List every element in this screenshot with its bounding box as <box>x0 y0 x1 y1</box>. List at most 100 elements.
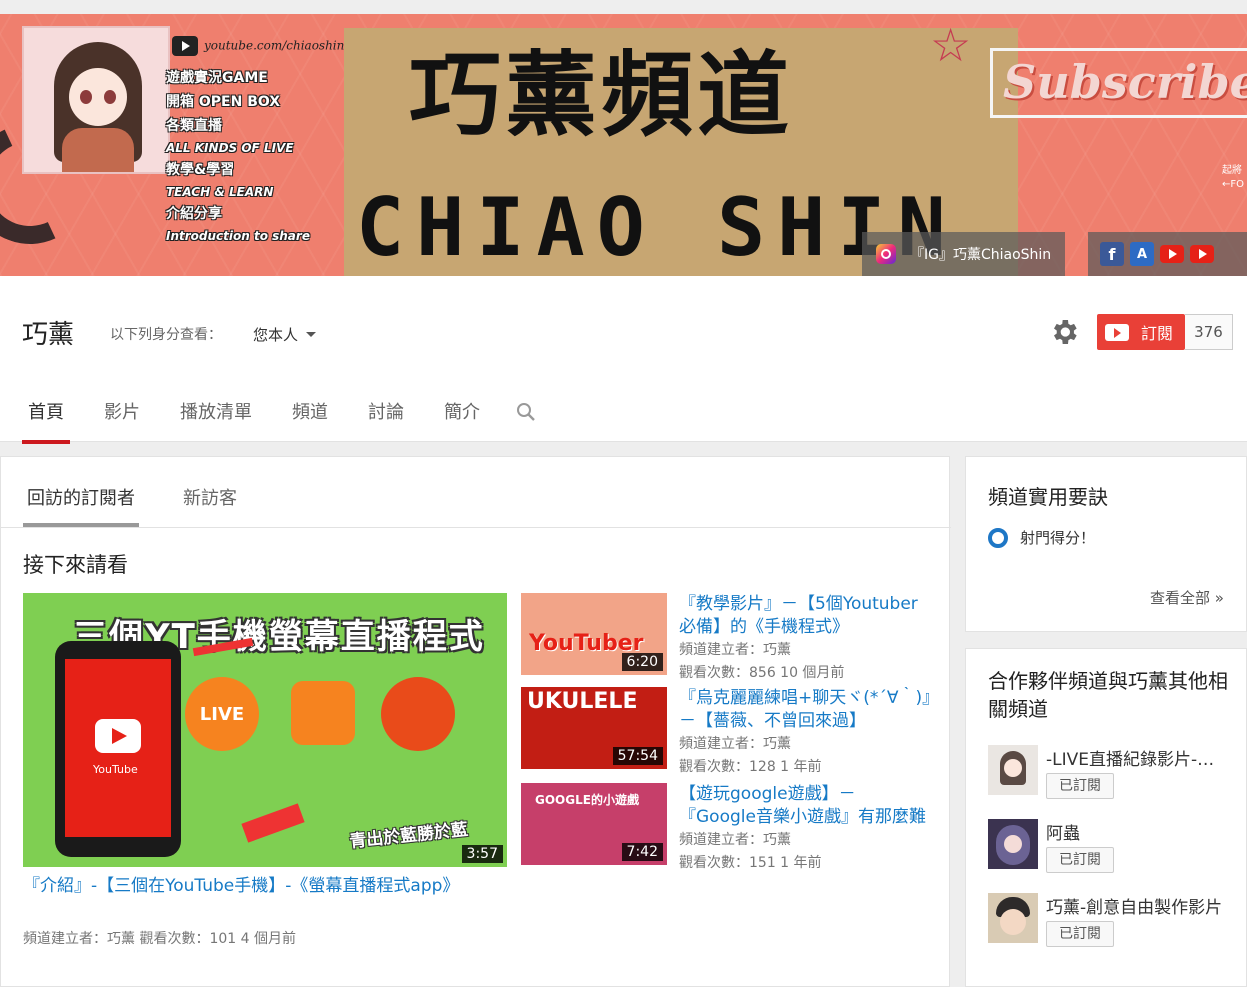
youtube-play-icon <box>1105 323 1129 341</box>
banner-title-chinese: 巧薰頻道 <box>409 42 794 149</box>
featured-video-thumbnail[interactable]: 三個YT手機螢幕直播程式 YouTube LIVE 青出於藍勝於藍 3:57 <box>23 593 507 867</box>
phone-label: YouTube <box>93 763 138 776</box>
banner-social-links: f A <box>1088 232 1247 276</box>
view-as-value: 您本人 <box>253 326 299 344</box>
banner-url: youtube.com/chiaoshin <box>172 36 344 56</box>
video-creator: 頻道建立者：巧薰 <box>679 642 791 658</box>
divider <box>1 527 951 528</box>
banner-topic: 各類直播 <box>166 118 222 134</box>
related-channel-item: 阿蟲 已訂閱 <box>988 819 1238 875</box>
banner-topic-list: 遊戲實況GAME 開箱 OPEN BOX 各類直播 ALL KINDS OF L… <box>166 66 346 246</box>
side-video-item: GOOGLE的小遊戲 7:42 【遊玩google遊戲】－『Google音樂小遊… <box>521 783 931 871</box>
youtube-icon[interactable] <box>1190 245 1214 263</box>
banner-link-text: 『IG』巧薰ChiaoShin <box>910 247 1052 263</box>
search-icon[interactable] <box>514 400 538 424</box>
avatar-face <box>69 68 127 126</box>
channel-avatar[interactable] <box>988 819 1038 869</box>
banner-avatar-illustration <box>22 26 170 174</box>
youtube-logo-icon <box>95 719 141 753</box>
tips-title: 頻道實用要訣 <box>988 485 1108 509</box>
cross-decoration <box>241 803 305 843</box>
video-creator: 頻道建立者：巧薰 <box>679 736 791 752</box>
subtab-returning-subscribers[interactable]: 回訪的訂閱者 <box>23 477 139 527</box>
side-video-item: YouTuber 6:20 『教學影片』－【5個Youtuber必備】的《手機程… <box>521 593 931 681</box>
tab-videos[interactable]: 影片 <box>98 400 146 442</box>
subscribed-button[interactable]: 已訂閱 <box>1046 773 1114 799</box>
channel-avatar[interactable] <box>988 893 1038 943</box>
avatar-body <box>62 128 134 172</box>
video-title[interactable]: 【遊玩google遊戲】－『Google音樂小遊戲』有那麼難嗎 <box>679 783 931 829</box>
facebook-icon[interactable]: f <box>1100 242 1124 266</box>
video-duration: 6:20 <box>621 653 663 671</box>
channel-name-link[interactable]: 阿蟲 <box>1046 819 1226 844</box>
banner-topic: 教學&學習 <box>166 162 235 178</box>
live-app-icon: LIVE <box>185 677 259 751</box>
subscribed-button[interactable]: 已訂閱 <box>1046 847 1114 873</box>
tab-about[interactable]: 簡介 <box>438 400 486 442</box>
tips-item-label: 射門得分！ <box>1020 529 1096 547</box>
video-stats: 觀看次數：128 1 年前 <box>679 759 822 775</box>
gear-icon[interactable] <box>1048 316 1080 348</box>
featured-video-title[interactable]: 『介紹』-【三個在YouTube手機】-《螢幕直播程式app》 <box>23 875 493 898</box>
phone-illustration: YouTube <box>55 641 181 857</box>
progress-ring-icon <box>988 527 1008 548</box>
game-app-icon <box>291 681 355 745</box>
video-stats: 觀看次數：151 1 年前 <box>679 855 822 871</box>
banner-topic: 開箱 OPEN BOX <box>166 94 281 110</box>
avatar-eye <box>104 90 116 104</box>
video-thumbnail[interactable]: YouTuber 6:20 <box>521 593 667 675</box>
ask-icon[interactable]: A <box>1130 242 1154 266</box>
tab-discussion[interactable]: 討論 <box>362 400 410 442</box>
video-title[interactable]: 『烏克麗麗練唱+聊天ヾ(*´∀｀)』－【薔薇、不曾回來過】 <box>679 687 931 733</box>
view-all-link[interactable]: 查看全部 » <box>1150 587 1224 608</box>
banner-side-text: 起將 ←FO <box>1222 165 1245 190</box>
chevron-down-icon <box>306 332 317 337</box>
tab-playlists[interactable]: 播放清單 <box>174 400 258 442</box>
related-channel-item: -LIVE直播紀錄影片-巧薰 已訂閱 <box>988 745 1238 801</box>
phone-screen: YouTube <box>65 659 171 837</box>
home-main-card: 回訪的訂閱者 新訪客 接下來請看 三個YT手機螢幕直播程式 YouTube LI… <box>0 456 951 987</box>
banner-url-text: youtube.com/chiaoshin <box>204 38 345 53</box>
channel-avatar[interactable] <box>988 745 1038 795</box>
phone-app-icon <box>381 677 455 751</box>
channel-tabs: 首頁 影片 播放清單 頻道 討論 簡介 <box>22 400 538 444</box>
channel-name-link[interactable]: -LIVE直播紀錄影片-巧薰 <box>1046 745 1226 770</box>
banner-subscribe-art: Subscribe <box>990 48 1247 118</box>
thumbnail-text: GOOGLE的小遊戲 <box>535 793 639 807</box>
video-duration: 7:42 <box>621 843 663 861</box>
tips-item[interactable]: 射門得分！ <box>988 527 1095 548</box>
banner-topic: Introduction to share <box>166 229 310 243</box>
audience-subtabs: 回訪的訂閱者 新訪客 <box>23 477 241 527</box>
channel-header: 巧薰 以下列身分查看： 您本人 訂閱 376 首頁 影片 播放清單 頻道 討論 … <box>0 276 1247 444</box>
view-as-label: 以下列身分查看： <box>110 327 222 343</box>
section-title: 接下來請看 <box>23 553 128 577</box>
video-duration: 3:57 <box>461 845 503 863</box>
banner-topic: 介紹分享 <box>166 206 222 222</box>
subtab-new-visitors[interactable]: 新訪客 <box>179 477 241 527</box>
channel-name-link[interactable]: 巧薰-創意自由製作影片 <box>1046 893 1226 918</box>
video-info: 『烏克麗麗練唱+聊天ヾ(*´∀｀)』－【薔薇、不曾回來過】 頻道建立者：巧薰 觀… <box>679 687 931 779</box>
video-creator: 頻道建立者：巧薰 <box>679 832 791 848</box>
video-title[interactable]: 『教學影片』－【5個Youtuber必備】的《手機程式》 <box>679 593 931 639</box>
video-info: 『教學影片』－【5個Youtuber必備】的《手機程式》 頻道建立者：巧薰 觀看… <box>679 593 931 685</box>
tab-home[interactable]: 首頁 <box>22 400 70 444</box>
youtube-icon[interactable] <box>1160 245 1184 263</box>
video-thumbnail[interactable]: GOOGLE的小遊戲 7:42 <box>521 783 667 865</box>
video-info: 【遊玩google遊戲】－『Google音樂小遊戲』有那麼難嗎 頻道建立者：巧薰… <box>679 783 931 875</box>
related-channels-card: 合作夥伴頻道與巧薰其他相關頻道 -LIVE直播紀錄影片-巧薰 已訂閱 阿蟲 已訂… <box>965 648 1247 987</box>
side-video-item: UKULELE 57:54 『烏克麗麗練唱+聊天ヾ(*´∀｀)』－【薔薇、不曾回… <box>521 687 931 775</box>
subscribe-button[interactable]: 訂閱 <box>1097 314 1185 350</box>
video-thumbnail[interactable]: UKULELE 57:54 <box>521 687 667 769</box>
banner-link-instagram[interactable]: 『IG』巧薰ChiaoShin <box>862 232 1066 276</box>
featured-video-meta: 頻道建立者：巧薰 觀看次數：101 4 個月前 <box>23 931 296 947</box>
video-stats: 觀看次數：856 10 個月前 <box>679 665 845 681</box>
thumbnail-bottom-text: 青出於藍勝於藍 <box>348 819 469 853</box>
star-icon: ☆ <box>930 18 972 72</box>
channel-tips-card: 頻道實用要訣 射門得分！ 查看全部 » <box>965 456 1247 632</box>
avatar-eye <box>80 90 92 104</box>
tab-channels[interactable]: 頻道 <box>286 400 334 442</box>
subscribed-button[interactable]: 已訂閱 <box>1046 921 1114 947</box>
thumbnail-text: UKULELE <box>527 689 638 714</box>
view-as-dropdown[interactable]: 您本人 <box>253 324 317 345</box>
related-channels-title: 合作夥伴頻道與巧薰其他相關頻道 <box>988 669 1228 721</box>
